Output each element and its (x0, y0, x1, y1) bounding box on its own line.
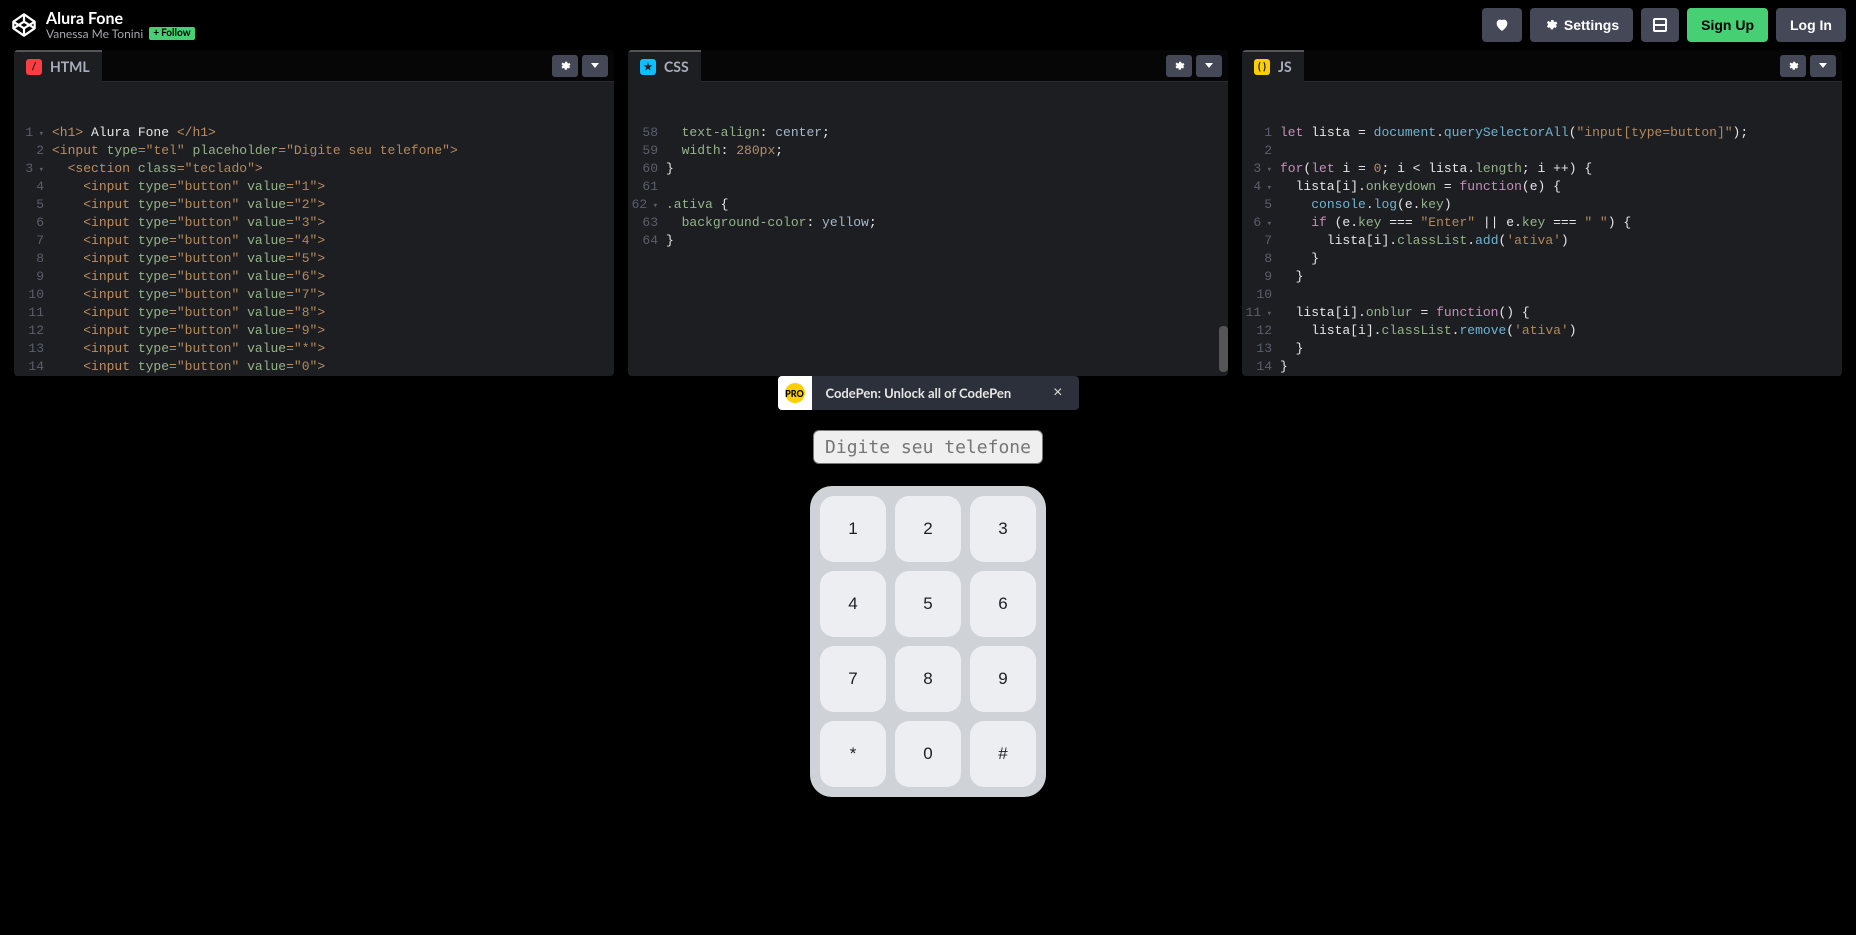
chevron-down-icon (591, 63, 599, 68)
app-header: Alura Fone Vanessa Me Tonini Follow Sett… (0, 0, 1856, 50)
editor-row: / HTML 1 ▾23 ▾45678910111213141516 <h1> … (0, 50, 1856, 376)
js-badge-icon: ( ) (1254, 59, 1270, 75)
html-tab-label: HTML (50, 58, 90, 75)
js-tab-label: JS (1278, 58, 1292, 75)
preview-pane: 123 456 789 *0# (0, 390, 1856, 935)
css-scrollbar[interactable] (1219, 82, 1228, 376)
heart-icon (1494, 17, 1510, 33)
css-panel-header: ★ CSS (628, 50, 1228, 82)
gear-icon (1787, 60, 1799, 72)
html-tab[interactable]: / HTML (14, 50, 102, 82)
keypad-key-8[interactable]: 8 (895, 646, 961, 712)
js-panel: ( ) JS 123 ▾4 ▾56 ▾7891011 ▾121314 let l… (1242, 50, 1842, 376)
chevron-down-icon (1205, 63, 1213, 68)
css-collapse-button[interactable] (1196, 55, 1222, 77)
pro-badge-icon: PRO (778, 376, 812, 410)
html-collapse-button[interactable] (582, 55, 608, 77)
phone-input[interactable] (813, 430, 1043, 464)
js-gutter: 123 ▾4 ▾56 ▾7891011 ▾121314 (1242, 118, 1280, 376)
gear-icon (1173, 60, 1185, 72)
settings-button[interactable]: Settings (1530, 8, 1633, 42)
pen-author[interactable]: Vanessa Me Tonini (46, 27, 143, 40)
love-button[interactable] (1482, 8, 1522, 42)
html-panel-header: / HTML (14, 50, 614, 82)
css-code-lines[interactable]: text-align: center; width: 280px;} .ativ… (666, 118, 1228, 376)
follow-button[interactable]: Follow (149, 27, 194, 40)
adbar[interactable]: PRO CodePen: Unlock all of CodePen × (778, 376, 1079, 410)
html-panel: / HTML 1 ▾23 ▾45678910111213141516 <h1> … (14, 50, 614, 376)
layout-icon (1653, 18, 1667, 32)
settings-label: Settings (1564, 17, 1619, 33)
keypad-key-0[interactable]: 0 (895, 721, 961, 787)
css-tab-label: CSS (664, 58, 689, 75)
keypad-key-1[interactable]: 1 (820, 496, 886, 562)
pen-title[interactable]: Alura Fone (46, 10, 195, 28)
keypad-key-3[interactable]: 3 (970, 496, 1036, 562)
html-gutter: 1 ▾23 ▾45678910111213141516 (14, 118, 52, 376)
css-tab[interactable]: ★ CSS (628, 50, 701, 82)
html-code-lines[interactable]: <h1> Alura Fone </h1><input type="tel" p… (52, 118, 614, 376)
html-editor[interactable]: 1 ▾23 ▾45678910111213141516 <h1> Alura F… (14, 82, 614, 376)
css-settings-button[interactable] (1166, 55, 1192, 77)
keypad-key-*[interactable]: * (820, 721, 886, 787)
keypad-key-4[interactable]: 4 (820, 571, 886, 637)
header-actions: Settings Sign Up Log In (1482, 8, 1846, 42)
pen-identity: Alura Fone Vanessa Me Tonini Follow (10, 10, 195, 41)
keypad-key-6[interactable]: 6 (970, 571, 1036, 637)
css-editor[interactable]: 5859606162 ▾6364 text-align: center; wid… (628, 82, 1228, 376)
js-code-lines[interactable]: let lista = document.querySelectorAll("i… (1280, 118, 1842, 376)
html-settings-button[interactable] (552, 55, 578, 77)
js-panel-header: ( ) JS (1242, 50, 1842, 82)
keypad: 123 456 789 *0# (810, 486, 1046, 797)
js-settings-button[interactable] (1780, 55, 1806, 77)
js-tab[interactable]: ( ) JS (1242, 50, 1304, 82)
js-collapse-button[interactable] (1810, 55, 1836, 77)
js-editor[interactable]: 123 ▾4 ▾56 ▾7891011 ▾121314 let lista = … (1242, 82, 1842, 376)
login-button[interactable]: Log In (1776, 8, 1846, 42)
layout-button[interactable] (1641, 8, 1679, 42)
adbar-close-button[interactable]: × (1047, 384, 1068, 402)
keypad-key-#[interactable]: # (970, 721, 1036, 787)
adbar-message: CodePen: Unlock all of CodePen (826, 385, 1012, 401)
keypad-key-9[interactable]: 9 (970, 646, 1036, 712)
chevron-down-icon (1819, 63, 1827, 68)
gear-icon (559, 60, 571, 72)
css-panel: ★ CSS 5859606162 ▾6364 text-align: cente… (628, 50, 1228, 376)
html-badge-icon: / (26, 59, 42, 75)
keypad-key-5[interactable]: 5 (895, 571, 961, 637)
codepen-logo-icon[interactable] (10, 11, 38, 39)
keypad-key-7[interactable]: 7 (820, 646, 886, 712)
keypad-key-2[interactable]: 2 (895, 496, 961, 562)
css-badge-icon: ★ (640, 59, 656, 75)
css-gutter: 5859606162 ▾6364 (628, 118, 666, 376)
signup-button[interactable]: Sign Up (1687, 8, 1768, 42)
gear-icon (1544, 18, 1558, 32)
